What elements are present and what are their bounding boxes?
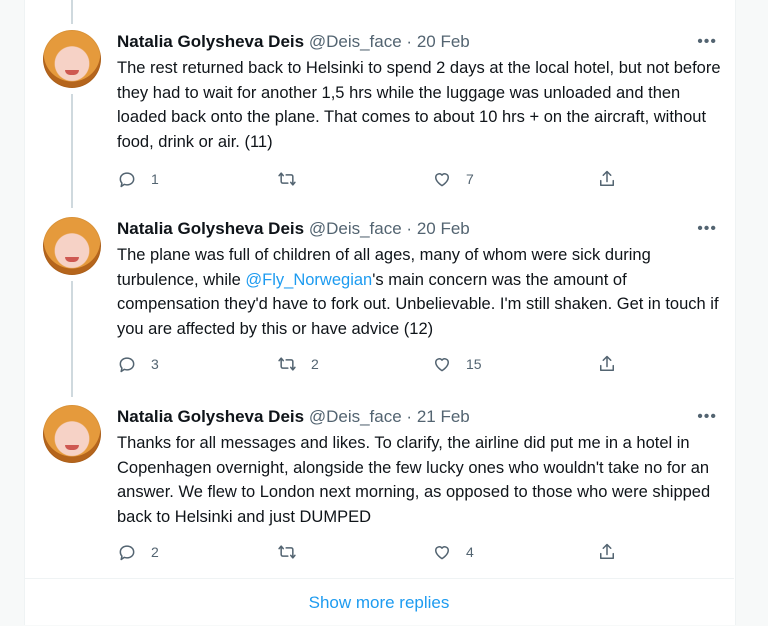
show-more-replies-button[interactable]: Show more replies xyxy=(24,578,734,626)
tweet-header: Natalia Golysheva Deis @Deis_face · 21 F… xyxy=(117,406,470,428)
tweet-text: The plane was full of children of all ag… xyxy=(117,243,727,341)
author-handle[interactable]: @Deis_face xyxy=(309,32,402,51)
action-bar: 2 4 xyxy=(117,540,637,564)
retweet-icon xyxy=(278,357,296,371)
heart-icon xyxy=(435,173,449,187)
like-count: 15 xyxy=(466,356,482,372)
share-icon xyxy=(600,543,614,559)
reply-button[interactable]: 2 xyxy=(117,540,159,564)
author-handle[interactable]: @Deis_face xyxy=(309,219,402,238)
tweet-date[interactable]: 20 Feb xyxy=(417,219,470,238)
tweet-3[interactable]: Natalia Golysheva Deis @Deis_face · 21 F… xyxy=(25,375,735,575)
share-icon xyxy=(600,170,614,186)
tweet-text: The rest returned back to Helsinki to sp… xyxy=(117,59,721,151)
author-name[interactable]: Natalia Golysheva Deis xyxy=(117,407,304,426)
separator-dot: · xyxy=(406,32,413,51)
reply-icon xyxy=(119,357,135,373)
retweet-button[interactable] xyxy=(277,540,311,564)
mention-link[interactable]: @Fly_Norwegian xyxy=(245,271,372,289)
show-more-replies-label[interactable]: Show more replies xyxy=(309,593,450,613)
action-bar: 3 2 15 xyxy=(117,352,637,376)
tweet-date[interactable]: 21 Feb xyxy=(417,407,470,426)
reply-button[interactable]: 3 xyxy=(117,352,159,376)
tweet-1[interactable]: Natalia Golysheva Deis @Deis_face · 20 F… xyxy=(25,0,735,200)
share-button[interactable] xyxy=(597,540,617,564)
more-options-icon[interactable]: ••• xyxy=(697,221,717,237)
conversation-panel: Natalia Golysheva Deis @Deis_face · 20 F… xyxy=(24,0,736,625)
like-count: 4 xyxy=(466,544,474,560)
tweet-header: Natalia Golysheva Deis @Deis_face · 20 F… xyxy=(117,31,470,53)
tweet-date[interactable]: 20 Feb xyxy=(417,32,470,51)
like-button[interactable]: 4 xyxy=(432,540,474,564)
avatar[interactable] xyxy=(43,30,101,88)
retweet-count: 2 xyxy=(311,356,319,372)
reply-icon xyxy=(119,545,135,561)
tweet-header: Natalia Golysheva Deis @Deis_face · 20 F… xyxy=(117,218,470,240)
share-icon xyxy=(600,355,614,371)
more-options-icon[interactable]: ••• xyxy=(697,409,717,425)
author-handle[interactable]: @Deis_face xyxy=(309,407,402,426)
retweet-icon xyxy=(278,172,296,186)
separator-dot: · xyxy=(406,219,413,238)
reply-icon xyxy=(119,172,135,188)
reply-count: 1 xyxy=(151,171,159,187)
retweet-button[interactable]: 2 xyxy=(277,352,319,376)
avatar[interactable] xyxy=(43,217,101,275)
like-count: 7 xyxy=(466,171,474,187)
share-button[interactable] xyxy=(597,352,617,376)
reply-count: 2 xyxy=(151,544,159,560)
retweet-icon xyxy=(278,545,296,559)
author-name[interactable]: Natalia Golysheva Deis xyxy=(117,219,304,238)
author-name[interactable]: Natalia Golysheva Deis xyxy=(117,32,304,51)
heart-icon xyxy=(435,546,449,560)
separator-dot: · xyxy=(406,407,413,426)
like-button[interactable]: 15 xyxy=(432,352,482,376)
more-options-icon[interactable]: ••• xyxy=(697,34,717,50)
reply-count: 3 xyxy=(151,356,159,372)
heart-icon xyxy=(435,358,449,372)
avatar[interactable] xyxy=(43,405,101,463)
tweet-2[interactable]: Natalia Golysheva Deis @Deis_face · 20 F… xyxy=(25,187,735,387)
tweet-text: Thanks for all messages and likes. To cl… xyxy=(117,434,711,526)
